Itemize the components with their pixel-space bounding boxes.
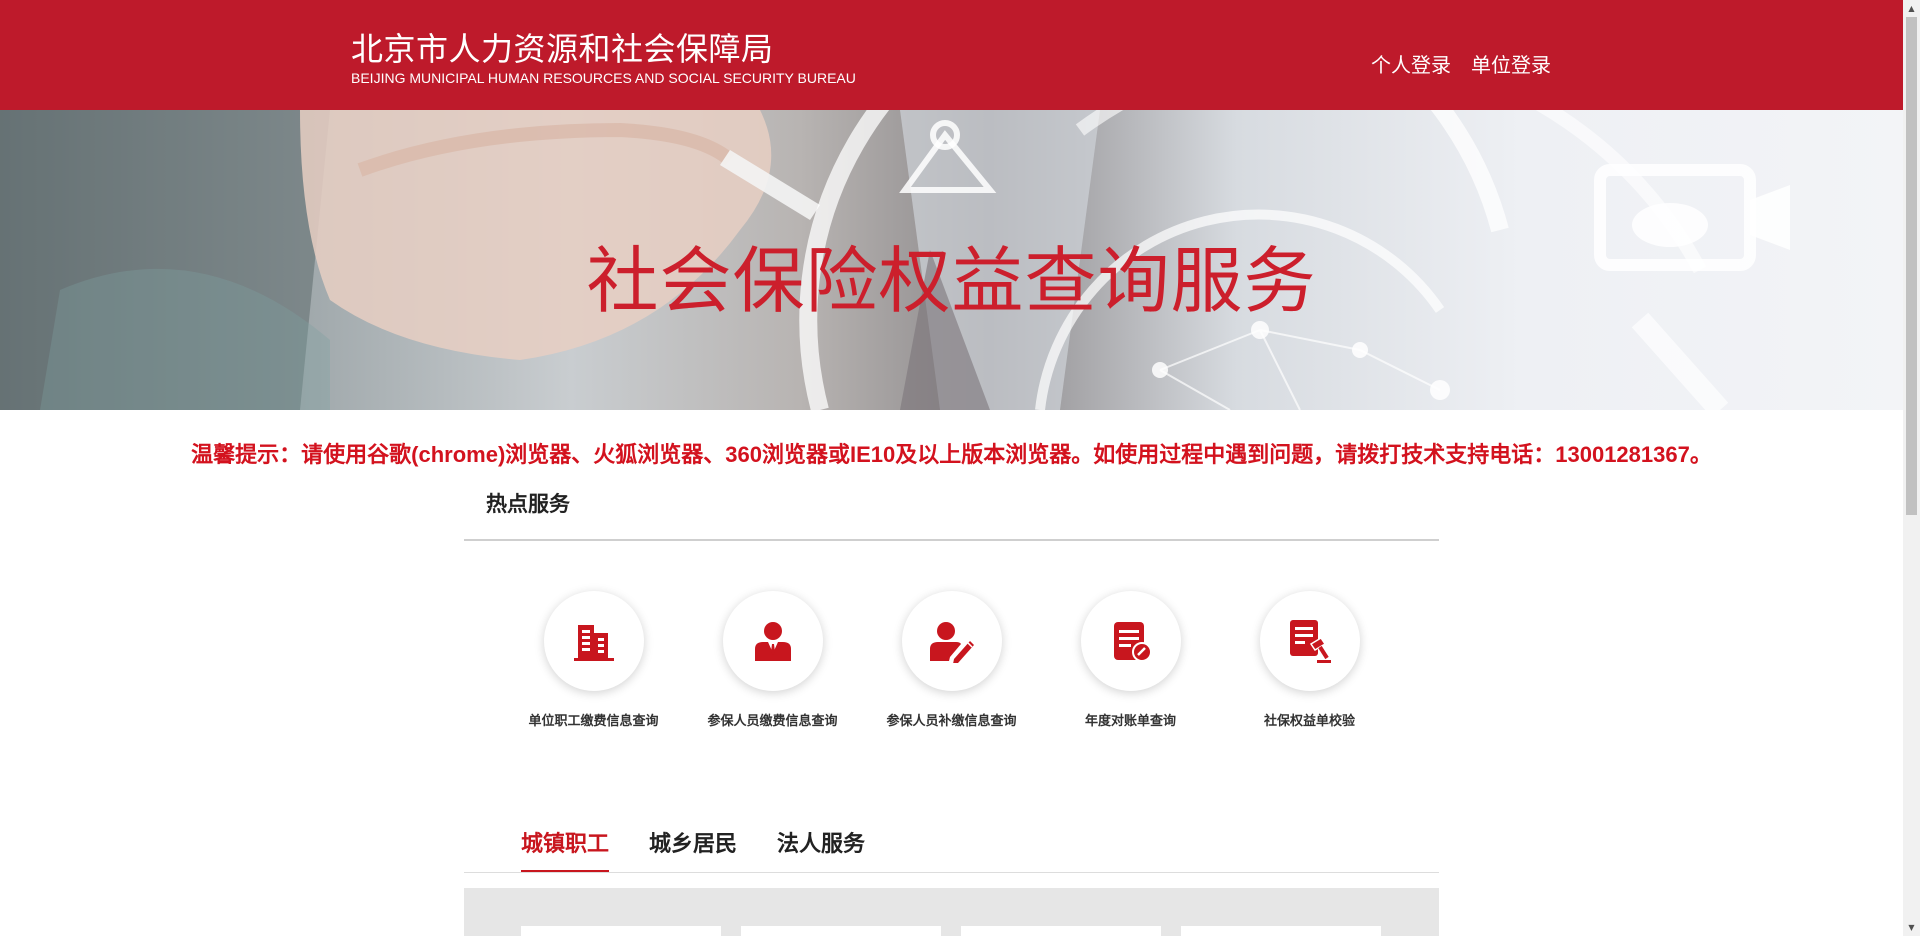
person-suit-icon [754,622,791,661]
tabs-underline [464,872,1439,873]
service-insured-payment[interactable]: 参保人员缴费信息查询 [683,591,862,729]
service-insured-supplement[interactable]: 参保人员补缴信息查询 [862,591,1041,729]
service-card[interactable] [741,926,941,936]
site-header: 北京市人力资源和社会保障局 BEIJING MUNICIPAL HUMAN RE… [0,0,1903,110]
service-icon-circle[interactable] [901,591,1002,691]
building-icon [573,625,614,661]
page-scrollbar[interactable]: ▲ ▼ [1903,0,1920,936]
category-tabs: 城镇职工 城乡居民 法人服务 [521,826,865,873]
tab-urban-employees[interactable]: 城镇职工 [521,826,610,873]
service-card[interactable] [961,926,1161,936]
personal-login-link[interactable]: 个人登录 [1371,49,1451,78]
tab-legal-entity-services[interactable]: 法人服务 [777,826,865,873]
document-check-icon [1113,622,1152,662]
service-icon-circle[interactable] [1080,591,1181,691]
document-gavel-icon [1289,620,1331,663]
service-unit-employee-payment[interactable]: 单位职工缴费信息查询 [504,591,683,729]
service-icon-circle[interactable] [722,591,823,691]
person-pen-icon [929,622,974,663]
service-label[interactable]: 参保人员缴费信息查询 [683,710,862,729]
service-card[interactable] [521,926,721,936]
site-title-en: BEIJING MUNICIPAL HUMAN RESOURCES AND SO… [351,70,856,86]
service-annual-statement[interactable]: 年度对账单查询 [1041,591,1220,729]
service-icon-circle[interactable] [1259,591,1360,691]
scroll-up-arrow-icon[interactable]: ▲ [1903,0,1920,17]
hot-services-title: 热点服务 [486,492,570,516]
scroll-thumb[interactable] [1906,17,1917,515]
service-label[interactable]: 单位职工缴费信息查询 [504,710,683,729]
scroll-down-arrow-icon[interactable]: ▼ [1903,919,1920,936]
section-divider [464,539,1439,541]
hero-banner: 社会保险权益查询服务 [0,110,1903,410]
unit-login-link[interactable]: 单位登录 [1471,49,1551,78]
service-label[interactable]: 参保人员补缴信息查询 [862,710,1041,729]
login-links: 个人登录 单位登录 [1371,49,1551,78]
banner-title: 社会保险权益查询服务 [586,239,1317,323]
service-card[interactable] [1181,926,1381,936]
site-title-cn[interactable]: 北京市人力资源和社会保障局 [351,24,774,70]
browser-notice: 温馨提示：请使用谷歌(chrome)浏览器、火狐浏览器、360浏览器或IE10及… [191,442,1712,467]
service-label[interactable]: 社保权益单校验 [1220,710,1399,729]
tab-content-panel [464,888,1439,936]
tab-urban-rural-residents[interactable]: 城乡居民 [649,826,737,873]
service-icon-circle[interactable] [543,591,644,691]
service-rights-verification[interactable]: 社保权益单校验 [1220,591,1399,729]
service-label[interactable]: 年度对账单查询 [1041,710,1220,729]
